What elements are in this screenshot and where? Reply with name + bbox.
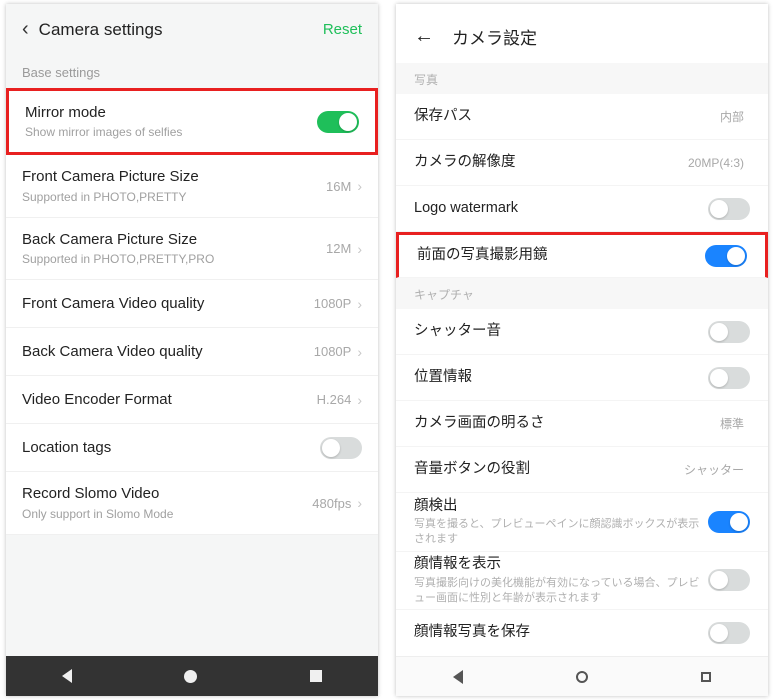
row-title: Front Camera Video quality: [22, 294, 314, 314]
row-title: Back Camera Video quality: [22, 342, 314, 362]
row-back-video-quality[interactable]: Back Camera Video quality 1080P ›: [6, 328, 378, 376]
row-title: Location tags: [22, 438, 320, 458]
row-title: 保存パス: [414, 107, 720, 127]
row-shutter-sound[interactable]: シャッター音: [396, 309, 768, 355]
row-save-path[interactable]: 保存パス 内部: [396, 94, 768, 140]
row-back-camera-size[interactable]: Back Camera Picture Size Supported in PH…: [6, 218, 378, 280]
chevron-right-icon: ›: [357, 178, 362, 194]
row-value: シャッター: [684, 461, 744, 478]
row-title: 音量ボタンの役割: [414, 460, 684, 480]
row-location-info[interactable]: 位置情報: [396, 355, 768, 401]
row-title: 顔検出: [414, 497, 708, 517]
nav-back-icon[interactable]: [453, 670, 463, 684]
row-camera-resolution[interactable]: カメラの解像度 20MP(4:3): [396, 140, 768, 186]
row-title: Front Camera Picture Size: [22, 167, 326, 187]
page-title: カメラ設定: [452, 24, 537, 49]
nav-recent-icon[interactable]: [310, 670, 322, 682]
row-value: 標準: [720, 415, 744, 432]
row-value: 20MP(4:3): [688, 156, 744, 170]
nav-back-icon[interactable]: [62, 669, 72, 683]
row-location-tags[interactable]: Location tags: [6, 424, 378, 472]
row-mirror-mode[interactable]: Mirror mode Show mirror images of selfie…: [6, 88, 378, 155]
row-front-camera-size[interactable]: Front Camera Picture Size Supported in P…: [6, 155, 378, 217]
page-title: Camera settings: [39, 20, 323, 40]
row-title: Record Slomo Video: [22, 484, 312, 504]
row-face-save[interactable]: 顔情報写真を保存: [396, 610, 768, 656]
row-title: Mirror mode: [25, 103, 317, 123]
toggle-face-detect[interactable]: [708, 511, 750, 533]
row-front-video-quality[interactable]: Front Camera Video quality 1080P ›: [6, 280, 378, 328]
row-face-detect[interactable]: 顔検出 写真を撮ると、プレビューペインに顔認識ボックスが表示されます: [396, 493, 768, 552]
row-title: 前面の写真撮影用鏡: [417, 246, 705, 266]
row-subtitle: Supported in PHOTO,PRETTY: [22, 189, 326, 205]
row-value: 16M: [326, 179, 351, 194]
phone-right: ← カメラ設定 写真 保存パス 内部 カメラの解像度 20MP(4:3) Log…: [396, 4, 768, 696]
row-subtitle: 写真を撮ると、プレビューペインに顔認識ボックスが表示されます: [414, 517, 708, 547]
row-value: 1080P: [314, 296, 352, 311]
row-subtitle: Supported in PHOTO,PRETTY,PRO: [22, 251, 326, 267]
section-base-settings: Base settings: [6, 51, 378, 88]
row-title: Video Encoder Format: [22, 390, 317, 410]
chevron-right-icon: ›: [357, 344, 362, 360]
row-value: 1080P: [314, 344, 352, 359]
phone-left: ‹ Camera settings Reset Base settings Mi…: [6, 4, 378, 696]
reset-button[interactable]: Reset: [323, 21, 362, 38]
row-value: H.264: [317, 392, 352, 407]
row-logo-watermark[interactable]: Logo watermark: [396, 186, 768, 232]
chevron-right-icon: ›: [357, 241, 362, 257]
row-volume-button[interactable]: 音量ボタンの役割 シャッター: [396, 447, 768, 493]
row-title: カメラ画面の明るさ: [414, 414, 720, 434]
chevron-right-icon: ›: [357, 495, 362, 511]
back-icon[interactable]: ‹: [22, 18, 29, 41]
row-subtitle: Show mirror images of selfies: [25, 124, 317, 140]
row-title: 顔情報写真を保存: [414, 623, 708, 643]
nav-bar: [6, 656, 378, 696]
row-title: シャッター音: [414, 322, 708, 342]
toggle-shutter-sound[interactable]: [708, 321, 750, 343]
toggle-face-info[interactable]: [708, 569, 750, 591]
header-right: ← カメラ設定: [396, 4, 768, 63]
nav-home-icon[interactable]: [576, 671, 588, 683]
toggle-location-tags[interactable]: [320, 437, 362, 459]
nav-home-icon[interactable]: [184, 670, 197, 683]
row-front-mirror[interactable]: 前面の写真撮影用鏡: [396, 232, 768, 278]
row-title: Logo watermark: [414, 199, 708, 219]
toggle-face-save[interactable]: [708, 622, 750, 644]
row-value: 12M: [326, 241, 351, 256]
toggle-front-mirror[interactable]: [705, 245, 747, 267]
section-capture: キャプチャ: [396, 278, 768, 309]
row-title: 位置情報: [414, 368, 708, 388]
row-title: カメラの解像度: [414, 153, 688, 173]
chevron-right-icon: ›: [357, 296, 362, 312]
row-value: 480fps: [312, 496, 351, 511]
empty-area: [6, 535, 378, 656]
row-screen-brightness[interactable]: カメラ画面の明るさ 標準: [396, 401, 768, 447]
row-value: 内部: [720, 108, 744, 125]
row-face-info[interactable]: 顔情報を表示 写真撮影向けの美化機能が有効になっている場合、プレビュー画面に性別…: [396, 552, 768, 611]
back-arrow-icon[interactable]: ←: [414, 25, 434, 48]
chevron-right-icon: ›: [357, 392, 362, 408]
row-title: Back Camera Picture Size: [22, 230, 326, 250]
row-video-encoder[interactable]: Video Encoder Format H.264 ›: [6, 376, 378, 424]
toggle-logo-watermark[interactable]: [708, 198, 750, 220]
row-record-slomo[interactable]: Record Slomo Video Only support in Slomo…: [6, 472, 378, 534]
row-title: 顔情報を表示: [414, 555, 708, 575]
row-subtitle: Only support in Slomo Mode: [22, 506, 312, 522]
header-left: ‹ Camera settings Reset: [6, 4, 378, 51]
toggle-mirror-mode[interactable]: [317, 111, 359, 133]
nav-bar: [396, 656, 768, 696]
section-photo: 写真: [396, 63, 768, 94]
nav-recent-icon[interactable]: [701, 672, 711, 682]
row-subtitle: 写真撮影向けの美化機能が有効になっている場合、プレビュー画面に性別と年齢が表示さ…: [414, 576, 708, 606]
toggle-location-info[interactable]: [708, 367, 750, 389]
